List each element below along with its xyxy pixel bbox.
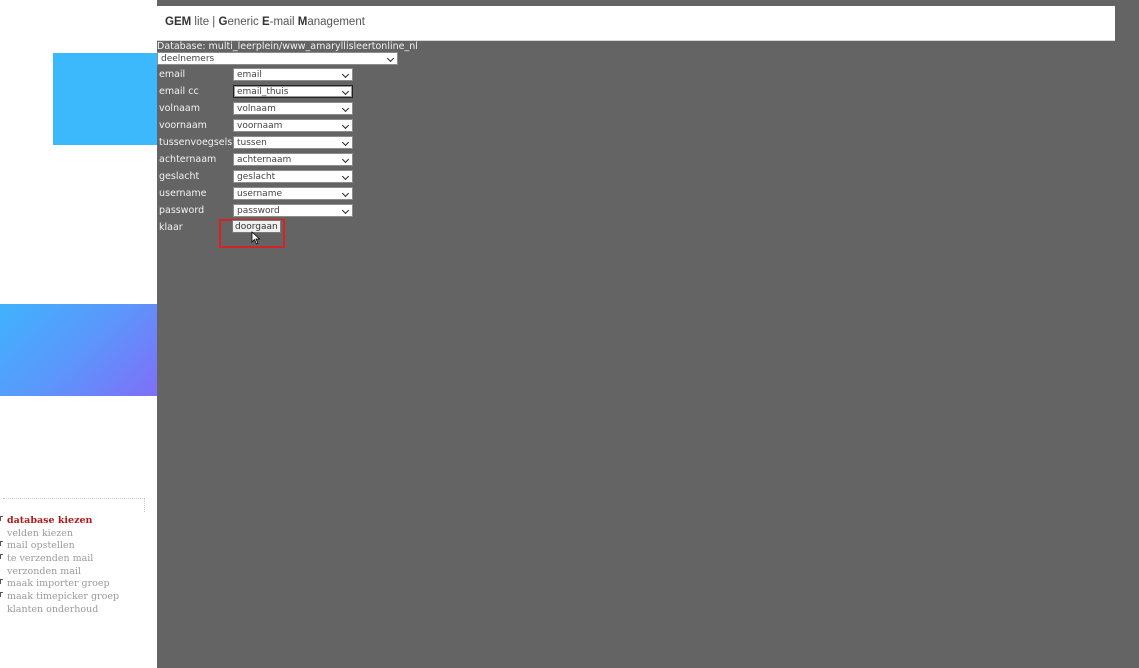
field-select-tussenvoegsels[interactable]: tussen (233, 136, 353, 149)
field-select-value: achternaam (237, 155, 292, 165)
field-select-email-cc[interactable]: email_thuis (233, 85, 353, 98)
nav-item-label: te verzenden mail (7, 553, 94, 565)
app-header: GEM lite | Generic E-mail Management (157, 6, 1115, 41)
app-title-part: M (297, 16, 308, 28)
field-select-value: volnaam (237, 104, 276, 114)
field-select-value: tussen (237, 138, 267, 148)
field-select-value: voornaam (237, 121, 283, 131)
chevron-down-icon (341, 172, 350, 181)
nav-tick-icon (0, 592, 3, 598)
nav-item-maak-timepicker-groep[interactable]: maak timepicker groep (0, 591, 157, 604)
field-select-username[interactable]: username (233, 187, 353, 200)
field-select-email[interactable]: email (233, 68, 353, 81)
mouse-cursor-icon (251, 231, 261, 245)
nav-item-verzonden-mail[interactable]: verzonden mail (0, 566, 157, 579)
field-label-geslacht: geslacht (159, 171, 200, 182)
field-select-volnaam[interactable]: volnaam (233, 102, 353, 115)
field-label-email: email (159, 69, 186, 80)
field-label-achternaam: achternaam (159, 154, 217, 165)
chevron-down-icon (341, 206, 350, 215)
field-select-geslacht[interactable]: geslacht (233, 170, 353, 183)
nav-item-velden-kiezen[interactable]: velden kiezen (0, 528, 157, 541)
nav-tick-icon (0, 554, 3, 560)
chevron-down-icon (341, 70, 350, 79)
app-title-part: lite | (191, 16, 219, 28)
field-label-password: password (159, 205, 205, 216)
nav-item-maak-importer-groep[interactable]: maak importer groep (0, 578, 157, 591)
database-label: Database: multi_leerplein/www_amaryllisl… (157, 41, 418, 52)
chevron-down-icon (341, 87, 350, 96)
chevron-down-icon (341, 155, 350, 164)
field-label-username: username (159, 188, 207, 199)
nav-tick-icon (0, 516, 3, 521)
app-title-part: eneric (227, 16, 262, 28)
sidebar-nav: database kiezen velden kiezen mail opste… (0, 515, 157, 617)
app-title-part: anagement (307, 16, 365, 28)
field-label-volnaam: volnaam (159, 103, 200, 114)
field-select-value: email (237, 70, 262, 80)
field-select-value: geslacht (237, 172, 276, 182)
field-label-email-cc: email cc (159, 86, 199, 97)
app-title-part: -mail (269, 16, 298, 28)
decorative-block-blue (53, 53, 157, 145)
submit-label: klaar (159, 222, 183, 233)
app-title: GEM lite | Generic E-mail Management (165, 16, 365, 28)
nav-item-label: klanten onderhoud (7, 603, 99, 615)
nav-divider (3, 498, 145, 512)
nav-item-te-verzenden-mail[interactable]: te verzenden mail (0, 553, 157, 566)
field-label-voornaam: voornaam (159, 120, 207, 131)
chevron-down-icon (386, 54, 395, 63)
nav-item-label: database kiezen (7, 515, 93, 526)
nav-item-database-kiezen[interactable]: database kiezen (0, 515, 157, 528)
nav-item-label: mail opstellen (7, 540, 75, 552)
app-title-part: E (261, 16, 270, 28)
nav-tick-icon (0, 541, 3, 547)
chevron-down-icon (341, 138, 350, 147)
chevron-down-icon (341, 104, 350, 113)
nav-item-label: verzonden mail (7, 565, 81, 577)
field-select-value: password (237, 206, 280, 216)
nav-item-label: velden kiezen (7, 527, 74, 539)
nav-item-label: maak timepicker groep (7, 591, 120, 603)
sidebar: database kiezen velden kiezen mail opste… (0, 0, 157, 668)
field-select-voornaam[interactable]: voornaam (233, 119, 353, 132)
table-select[interactable]: deelnemers (157, 52, 398, 65)
nav-item-mail-opstellen[interactable]: mail opstellen (0, 540, 157, 553)
table-select-value: deelnemers (161, 54, 215, 64)
decorative-block-gradient (0, 304, 157, 396)
app-title-part: GEM (165, 16, 192, 28)
nav-item-label: maak importer groep (7, 578, 110, 590)
main-content: GEM lite | Generic E-mail Management Dat… (157, 0, 1139, 668)
field-label-tussenvoegsels: tussenvoegsels (159, 137, 233, 148)
field-select-value: username (237, 189, 282, 199)
field-select-password[interactable]: password (233, 204, 353, 217)
nav-item-klanten-onderhoud[interactable]: klanten onderhoud (0, 604, 157, 617)
chevron-down-icon (341, 189, 350, 198)
field-select-value: email_thuis (237, 87, 289, 97)
field-select-achternaam[interactable]: achternaam (233, 153, 353, 166)
nav-tick-icon (0, 579, 3, 585)
chevron-down-icon (341, 121, 350, 130)
